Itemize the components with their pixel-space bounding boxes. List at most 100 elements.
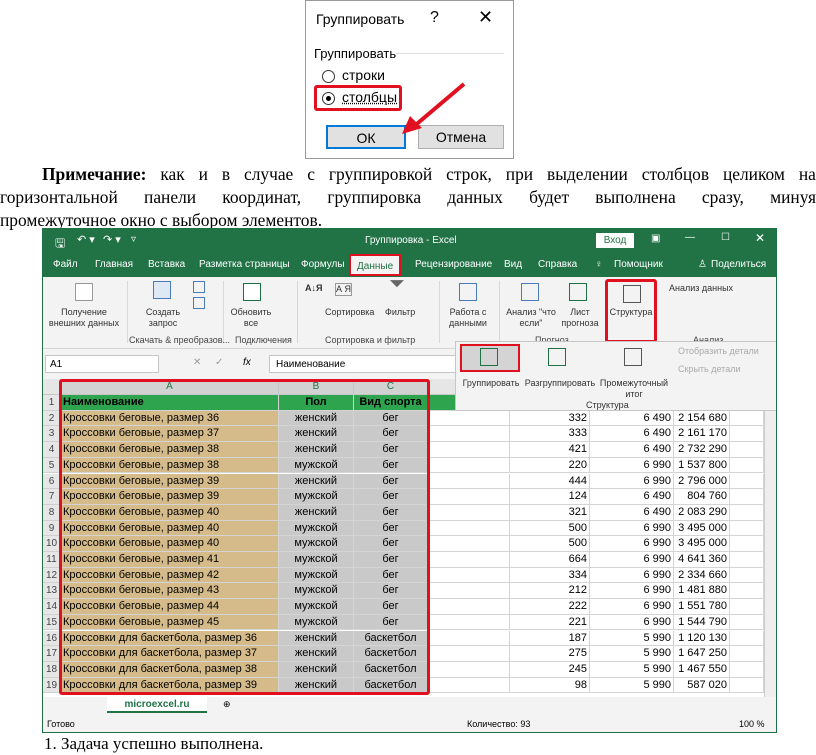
login-button[interactable]: Вход <box>596 233 634 248</box>
radio-rows-label[interactable]: строки <box>342 67 385 83</box>
table-cell[interactable]: 187 <box>510 630 590 647</box>
table-cell[interactable]: 6 990 <box>590 473 674 490</box>
table-cell[interactable]: 6 490 <box>590 410 674 427</box>
help-icon[interactable]: ? <box>430 9 439 27</box>
add-sheet-icon[interactable]: ⊕ <box>223 699 231 710</box>
get-data-button[interactable]: Получение внешних данных <box>45 307 123 329</box>
table-cell[interactable]: 1 481 880 <box>674 583 730 600</box>
table-cell[interactable] <box>730 677 764 694</box>
sort-button[interactable]: Сортировка <box>325 307 374 318</box>
tab-view[interactable]: Вид <box>504 259 522 270</box>
ok-button[interactable]: ОК <box>326 125 406 149</box>
table-cell[interactable] <box>428 567 510 584</box>
close-icon[interactable]: ✕ <box>478 7 493 28</box>
table-cell[interactable]: 321 <box>510 504 590 521</box>
share-button[interactable]: Поделиться <box>711 259 766 270</box>
what-if-button[interactable]: Анализ "что если" <box>503 307 559 329</box>
table-cell[interactable]: 2 732 290 <box>674 442 730 458</box>
table-cell[interactable] <box>730 567 764 584</box>
table-cell[interactable]: 4 641 360 <box>674 552 730 568</box>
show-detail-button[interactable]: Отобразить детали <box>678 346 759 357</box>
data-tools-button[interactable]: Работа с данными <box>443 307 493 329</box>
table-cell[interactable]: 1 120 130 <box>674 630 730 647</box>
new-query-button[interactable]: Создать запрос <box>143 307 183 329</box>
table-cell[interactable]: 334 <box>510 567 590 584</box>
table-cell[interactable]: 6 990 <box>590 520 674 537</box>
table-cell[interactable]: 6 990 <box>590 536 674 552</box>
vertical-scrollbar[interactable] <box>764 379 776 697</box>
refresh-all-button[interactable]: Обновить все <box>229 307 273 329</box>
ungroup-button[interactable]: Разгруппировать <box>524 378 596 389</box>
table-cell[interactable] <box>428 457 510 474</box>
outline-button[interactable]: Структура <box>609 307 653 318</box>
table-cell[interactable]: 332 <box>510 410 590 427</box>
table-cell[interactable] <box>428 442 510 458</box>
table-cell[interactable] <box>428 489 510 505</box>
data-analysis-button[interactable]: Анализ данных <box>669 283 733 294</box>
group-button[interactable]: Группировать <box>458 378 524 389</box>
table-cell[interactable]: 6 990 <box>590 457 674 474</box>
table-cell[interactable]: 2 154 680 <box>674 410 730 427</box>
save-icon[interactable]: 🖫 <box>55 234 65 255</box>
table-cell[interactable]: 5 990 <box>590 677 674 694</box>
table-cell[interactable] <box>730 630 764 647</box>
sheet-tab[interactable]: microexcel.ru <box>107 697 207 713</box>
table-cell[interactable]: 98 <box>510 677 590 694</box>
tab-help[interactable]: Справка <box>538 259 577 270</box>
table-cell[interactable]: 6 990 <box>590 599 674 615</box>
table-cell[interactable]: 500 <box>510 520 590 537</box>
table-cell[interactable] <box>428 630 510 647</box>
table-cell[interactable] <box>730 646 764 662</box>
minimize-icon[interactable]: — <box>685 232 695 243</box>
table-cell[interactable] <box>730 489 764 505</box>
table-cell[interactable]: 6 490 <box>590 442 674 458</box>
tab-formulas[interactable]: Формулы <box>301 259 345 270</box>
recent-sources-icon[interactable] <box>193 297 205 309</box>
table-cell[interactable]: 6 490 <box>590 426 674 443</box>
table-cell[interactable]: 421 <box>510 442 590 458</box>
table-cell[interactable]: 6 990 <box>590 583 674 600</box>
table-cell[interactable]: 222 <box>510 599 590 615</box>
table-cell[interactable]: 333 <box>510 426 590 443</box>
table-cell[interactable]: 1 544 790 <box>674 614 730 631</box>
table-cell[interactable]: 5 990 <box>590 630 674 647</box>
table-cell[interactable] <box>428 426 510 443</box>
table-cell[interactable] <box>428 520 510 537</box>
table-cell[interactable] <box>428 677 510 694</box>
table-cell[interactable]: 1 467 550 <box>674 661 730 678</box>
table-cell[interactable] <box>730 426 764 443</box>
table-cell[interactable]: 804 760 <box>674 489 730 505</box>
table-cell[interactable] <box>730 583 764 600</box>
table-cell[interactable]: 6 990 <box>590 552 674 568</box>
table-cell[interactable] <box>730 410 764 427</box>
table-cell[interactable]: 221 <box>510 614 590 631</box>
table-cell[interactable]: 664 <box>510 552 590 568</box>
table-cell[interactable] <box>428 614 510 631</box>
table-cell[interactable] <box>428 410 510 427</box>
table-cell[interactable]: 5 990 <box>590 661 674 678</box>
table-cell[interactable] <box>428 583 510 600</box>
forecast-sheet-button[interactable]: Лист прогноза <box>559 307 601 329</box>
radio-rows[interactable] <box>322 70 335 83</box>
table-cell[interactable]: 500 <box>510 536 590 552</box>
sort-dialog-icon[interactable]: А Я <box>335 283 353 296</box>
table-cell[interactable]: 2 334 660 <box>674 567 730 584</box>
fx-icon[interactable]: fx <box>243 357 251 368</box>
tab-file[interactable]: Файл <box>53 259 78 270</box>
hide-detail-button[interactable]: Скрыть детали <box>678 364 741 375</box>
tab-home[interactable]: Главная <box>95 259 133 270</box>
table-cell[interactable] <box>730 552 764 568</box>
table-cell[interactable] <box>428 473 510 490</box>
tab-page-layout[interactable]: Разметка страницы <box>199 259 290 270</box>
table-cell[interactable]: 6 490 <box>590 504 674 521</box>
confirm-icon[interactable]: ✓ <box>215 357 223 368</box>
table-cell[interactable]: 220 <box>510 457 590 474</box>
table-cell[interactable] <box>730 614 764 631</box>
table-cell[interactable]: 6 990 <box>590 567 674 584</box>
table-cell[interactable] <box>428 661 510 678</box>
table-cell[interactable]: 2 083 290 <box>674 504 730 521</box>
table-cell[interactable]: 124 <box>510 489 590 505</box>
subtotal-button[interactable]: Промежуточный итог <box>596 378 672 400</box>
tab-insert[interactable]: Вставка <box>148 259 185 270</box>
table-cell[interactable]: 1 647 250 <box>674 646 730 662</box>
